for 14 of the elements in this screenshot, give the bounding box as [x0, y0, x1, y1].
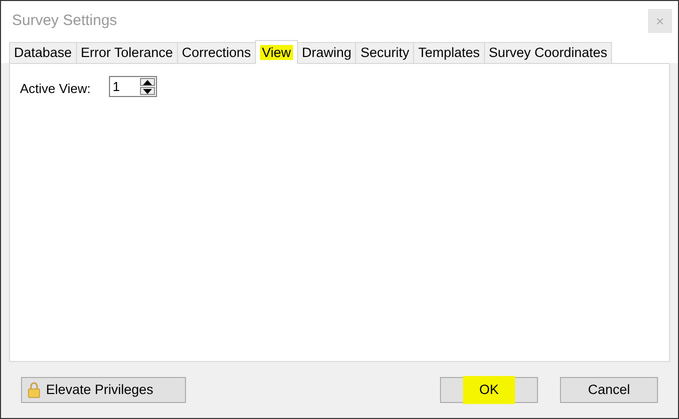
tab[interactable]: Database — [9, 42, 77, 63]
tab[interactable]: Corrections — [176, 42, 256, 63]
elevate-privileges-button[interactable]: Elevate Privileges — [21, 377, 186, 403]
field-label: Active View: — [20, 80, 91, 98]
tab[interactable]: Error Tolerance — [76, 42, 178, 63]
tab[interactable]: Survey Coordinates — [484, 42, 612, 63]
tab[interactable]: Security — [355, 42, 414, 63]
tab[interactable]: Drawing — [296, 42, 356, 63]
tab[interactable]: Templates — [413, 42, 485, 63]
cancel-button[interactable]: Cancel — [560, 377, 658, 403]
window-title: Survey Settings — [12, 10, 118, 31]
tab[interactable]: View — [254, 40, 298, 64]
ok-button[interactable]: OK — [440, 377, 538, 403]
lock-icon — [28, 382, 40, 398]
